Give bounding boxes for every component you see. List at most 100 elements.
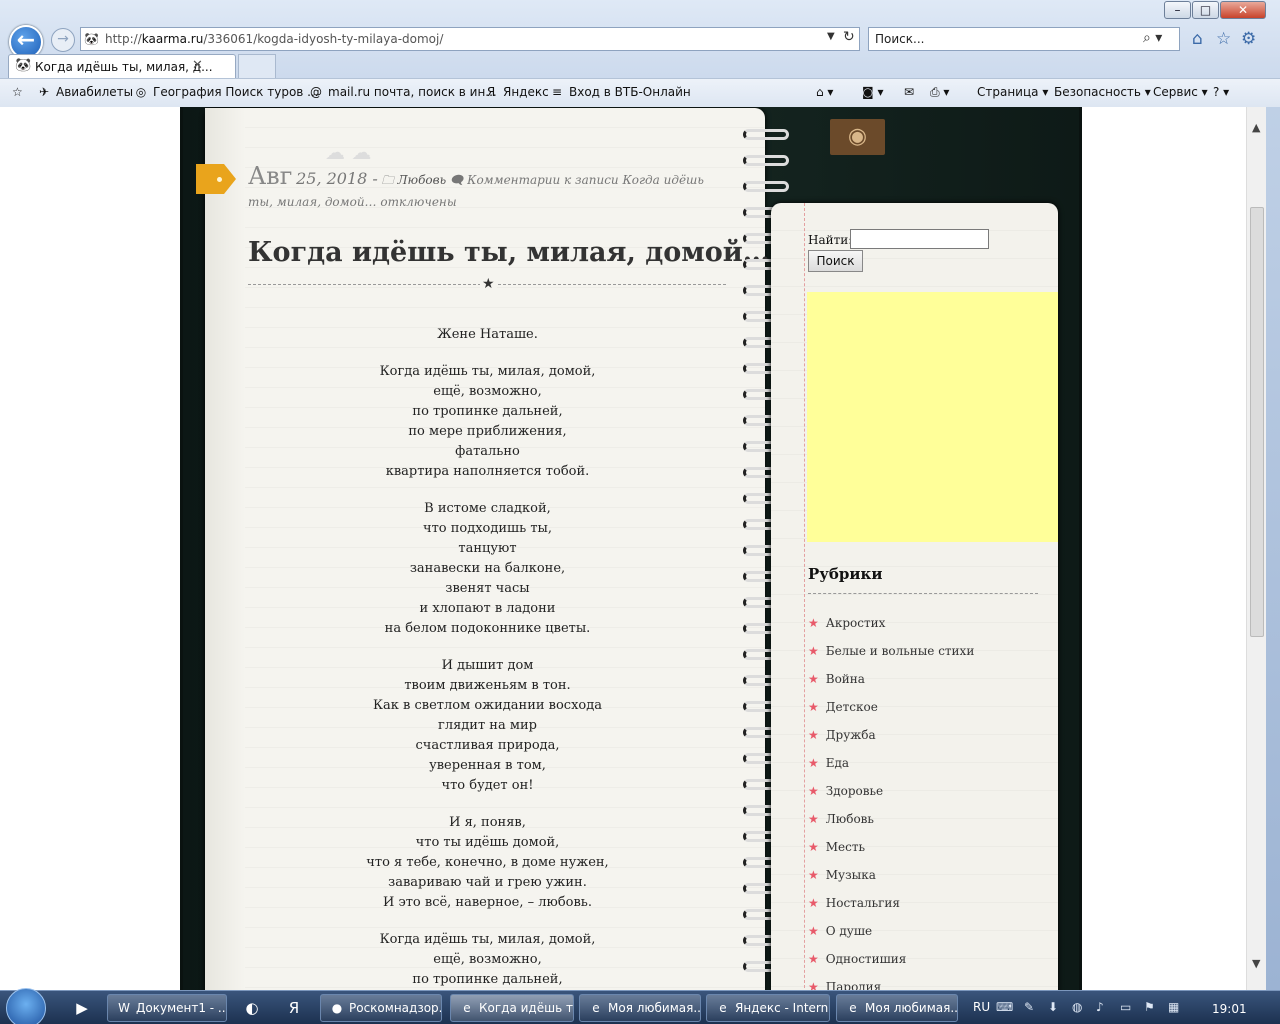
category-item[interactable]: ★ Дружба xyxy=(808,725,1048,753)
url-path: /336061/kogda-idyosh-ty-milaya-domoj/ xyxy=(203,32,444,46)
tools-menu[interactable]: Сервис ▾ xyxy=(1153,85,1208,99)
search-icon[interactable]: ⌕ ▾ xyxy=(1143,30,1162,46)
category-item[interactable]: ★ Музыка xyxy=(808,865,1048,893)
category-item[interactable]: ★ О душе xyxy=(808,921,1048,949)
find-input[interactable] xyxy=(850,229,989,249)
taskbar-item[interactable]: e Моя любимая... xyxy=(579,994,701,1022)
category-item[interactable]: ★ Белые и вольные стихи xyxy=(808,641,1048,669)
home-icon[interactable]: ⌂ xyxy=(1192,29,1203,49)
category-item[interactable]: ★ Еда xyxy=(808,753,1048,781)
taskbar-item-active[interactable]: e Когда идёшь т... xyxy=(450,994,574,1022)
ie-icon: e xyxy=(463,1001,471,1015)
start-button[interactable] xyxy=(6,988,46,1024)
pen-icon[interactable]: ✎ xyxy=(1024,1000,1034,1014)
mail-command-icon[interactable]: ✉ xyxy=(904,85,914,99)
poem-line: И это всё, наверное, – любовь. xyxy=(382,895,593,910)
poem-line: фатально xyxy=(455,444,520,459)
flag-icon[interactable]: ⚑ xyxy=(1144,1000,1155,1014)
find-button[interactable]: Поиск xyxy=(808,250,863,272)
favorite-item[interactable]: Я Яндекс xyxy=(483,85,549,99)
network-icon[interactable]: ◍ xyxy=(1072,1000,1082,1014)
yandex-browser-icon[interactable]: Я xyxy=(276,995,312,1021)
taskbar-item-label: Моя любимая... xyxy=(865,1001,958,1015)
category-item[interactable]: ★ Детское xyxy=(808,697,1048,725)
volume-icon[interactable]: ♪ xyxy=(1096,1000,1104,1014)
display-icon[interactable]: ▭ xyxy=(1120,1000,1131,1014)
star-bullet-icon: ★ xyxy=(808,784,819,798)
favorites-star-icon[interactable]: ☆ xyxy=(1216,29,1231,49)
download-icon[interactable]: ⬇ xyxy=(1048,1000,1058,1014)
clock[interactable]: 19:01 xyxy=(1212,1002,1247,1016)
language-indicator[interactable]: RU xyxy=(973,1000,990,1014)
edge-icon[interactable]: ◐ xyxy=(234,995,270,1021)
taskbar-item[interactable]: ● Роскомнадзор... xyxy=(320,994,442,1022)
poem-line: завариваю чай и грею ужин. xyxy=(388,875,587,890)
category-label: О душе xyxy=(825,924,873,938)
address-dropdown-icon[interactable]: ▼ xyxy=(827,31,835,42)
category-item[interactable]: ★ Одностишия xyxy=(808,949,1048,977)
scroll-thumb[interactable] xyxy=(1250,207,1264,637)
keyboard-icon[interactable]: ⌨ xyxy=(996,1000,1013,1014)
category-item[interactable]: ★ Пародия xyxy=(808,977,1048,990)
spiral-ring xyxy=(743,129,789,140)
minimize-button[interactable]: – xyxy=(1164,1,1191,19)
tab-current[interactable]: 🐼 Когда идёшь ты, милая, д... ✕ xyxy=(8,54,236,78)
scroll-down-icon[interactable]: ▼ xyxy=(1252,957,1260,970)
yandex-icon: Я xyxy=(486,85,496,99)
media-player-icon[interactable]: ▶ xyxy=(64,995,100,1021)
taskbar-item[interactable]: W Документ1 - ... xyxy=(107,994,227,1022)
star-bullet-icon: ★ xyxy=(808,672,819,686)
site-favicon-icon: 🐼 xyxy=(84,32,99,46)
poem-line: твоим движеньям в тон. xyxy=(404,678,571,693)
poem-line: что будет он! xyxy=(441,778,534,793)
star-bullet-icon: ★ xyxy=(808,728,819,742)
favorite-item[interactable]: ✈ Авиабилеты xyxy=(36,85,133,99)
taskbar-item-label: Яндекс - Intern... xyxy=(735,1001,830,1015)
search-box[interactable]: Поиск... ⌕ ▾ xyxy=(868,27,1180,51)
favorite-item[interactable]: @ mail.ru почта, поиск в ин... xyxy=(308,85,497,99)
close-window-button[interactable]: ✕ xyxy=(1220,1,1266,19)
favorite-item[interactable]: ≡ Вход в ВТБ-Онлайн xyxy=(549,85,691,99)
vertical-scrollbar[interactable]: ▲ ▼ xyxy=(1246,107,1266,990)
print-command-icon[interactable]: ⎙ ▾ xyxy=(930,85,949,100)
category-item[interactable]: ★ Месть xyxy=(808,837,1048,865)
category-label: Ностальгия xyxy=(825,896,900,910)
star-bullet-icon: ★ xyxy=(808,812,819,826)
page-menu[interactable]: Страница ▾ xyxy=(977,85,1048,99)
safety-menu[interactable]: Безопасность ▾ xyxy=(1054,85,1151,99)
favorite-item[interactable]: ◎ География Поиск туров ... xyxy=(133,85,319,99)
category-item[interactable]: ★ Война xyxy=(808,669,1048,697)
category-item[interactable]: ★ Здоровье xyxy=(808,781,1048,809)
new-tab-button[interactable] xyxy=(238,54,276,78)
refresh-icon[interactable]: ↻ xyxy=(843,29,855,45)
star-bullet-icon: ★ xyxy=(808,840,819,854)
gear-icon[interactable]: ⚙ xyxy=(1241,29,1256,49)
home-command-icon[interactable]: ⌂ ▾ xyxy=(816,85,833,99)
taskbar-item[interactable]: e Яндекс - Intern... xyxy=(706,994,830,1022)
scroll-up-icon[interactable]: ▲ xyxy=(1252,121,1260,134)
web-page: ◉ ☁ ☁ Авг 25, 2018 - 🗀 Любовь 🗨 Коммента… xyxy=(0,107,1246,990)
category-item[interactable]: ★ Акростих xyxy=(808,613,1048,641)
post-category-link[interactable]: Любовь xyxy=(398,173,447,187)
category-item[interactable]: ★ Любовь xyxy=(808,809,1048,837)
tab-close-icon[interactable]: ✕ xyxy=(192,58,203,73)
maximize-button[interactable]: □ xyxy=(1192,1,1219,19)
poem-stanza: И я, поняв, что ты идёшь домой, что я тебе… xyxy=(330,813,645,913)
tray-app-icon[interactable]: ▦ xyxy=(1168,1000,1179,1014)
search-input[interactable]: Поиск... xyxy=(875,32,924,46)
help-icon[interactable]: ? ▾ xyxy=(1213,85,1229,99)
category-item[interactable]: ★ Ностальгия xyxy=(808,893,1048,921)
address-url[interactable]: http://kaarma.ru/336061/kogda-idyosh-ty-… xyxy=(105,32,443,46)
category-label: Война xyxy=(825,672,865,686)
rss-icon[interactable]: ◉ xyxy=(830,119,885,155)
forward-button[interactable]: → xyxy=(51,28,75,52)
favorites-bar: ☆ ✈ Авиабилеты ◎ География Поиск туров ...… xyxy=(0,78,1280,107)
favorites-add-icon[interactable]: ☆ xyxy=(12,85,23,99)
taskbar-item-label: Когда идёшь т... xyxy=(479,1001,574,1015)
rss-command-icon[interactable]: ◙ ▾ xyxy=(862,85,883,99)
window-edge xyxy=(1266,107,1280,990)
taskbar-item[interactable]: e Моя любимая... xyxy=(836,994,958,1022)
address-bar[interactable]: 🐼 http://kaarma.ru/336061/kogda-idyosh-t… xyxy=(80,27,860,51)
spiral-ring xyxy=(743,155,789,166)
taskbar-item-label: Моя любимая... xyxy=(608,1001,701,1015)
